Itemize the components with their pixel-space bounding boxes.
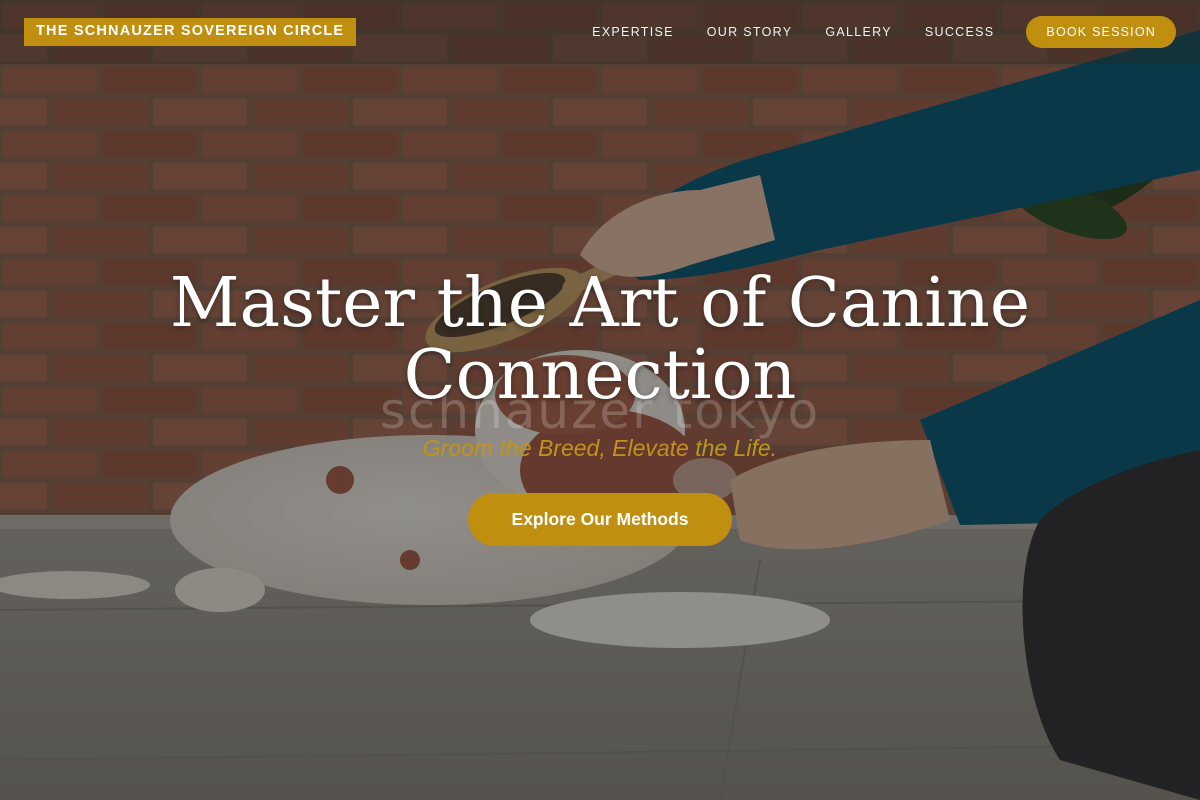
nav-item-expertise[interactable]: EXPERTISE [592, 25, 674, 39]
nav-item-success[interactable]: SUCCESS [925, 25, 995, 39]
hero-content: schnauzer tokyo Master the Art of Canine… [0, 0, 1200, 800]
hero-headline: Master the Art of Canine Connection [169, 264, 1031, 415]
nav-item-our-story[interactable]: OUR STORY [707, 25, 793, 39]
book-session-button[interactable]: BOOK SESSION [1026, 16, 1176, 48]
brand-logo[interactable]: THE SCHNAUZER SOVEREIGN CIRCLE [24, 18, 357, 46]
hero-tagline: Groom the Breed, Elevate the Life. [422, 435, 778, 461]
explore-methods-button[interactable]: Explore Our Methods [468, 493, 732, 546]
nav-menu: EXPERTISE OUR STORY GALLERY SUCCESS [592, 25, 994, 39]
hero-section: THE SCHNAUZER SOVEREIGN CIRCLE EXPERTISE… [0, 0, 1200, 800]
nav-item-gallery[interactable]: GALLERY [825, 25, 892, 39]
top-navigation: THE SCHNAUZER SOVEREIGN CIRCLE EXPERTISE… [0, 0, 1200, 64]
